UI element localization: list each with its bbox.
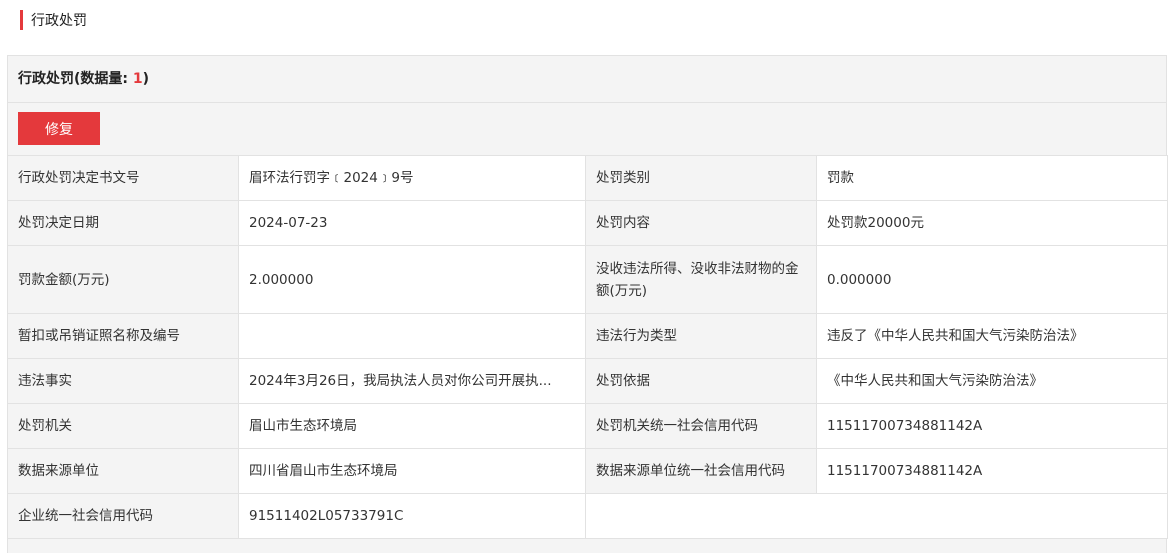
field-value: 91511402L05733791C: [238, 493, 586, 539]
field-label: 数据来源单位统一社会信用代码: [585, 448, 817, 494]
penalty-detail-table: 行政处罚决定书文号 眉环法行罚字﹝2024﹞9号 处罚类别 罚款 处罚决定日期 …: [7, 155, 1168, 539]
field-label: 违法事实: [7, 358, 239, 404]
field-label: 处罚类别: [585, 155, 817, 201]
penalty-panel: 行政处罚(数据量: 1) 修复 行政处罚决定书文号 眉环法行罚字﹝2024﹞9号…: [7, 55, 1168, 553]
field-value: [238, 313, 586, 359]
panel-title-suffix: ): [142, 71, 150, 87]
repair-button[interactable]: 修复: [18, 112, 100, 145]
table-row: 违法事实 2024年3月26日，我局执法人员对你公司开展执... 处罚依据 《中…: [7, 358, 1168, 404]
table-row: 行政处罚决定书文号 眉环法行罚字﹝2024﹞9号 处罚类别 罚款: [7, 155, 1168, 201]
panel-title-prefix: 行政处罚(数据量:: [18, 71, 133, 87]
panel-title: 行政处罚(数据量: 1): [8, 56, 1166, 103]
table-row: 企业统一社会信用代码 91511402L05733791C: [7, 493, 1168, 539]
field-value: 11511700734881142A: [816, 448, 1168, 494]
table-row: 罚款金额(万元) 2.000000 没收违法所得、没收非法财物的金额(万元) 0…: [7, 245, 1168, 314]
field-label: 处罚依据: [585, 358, 817, 404]
field-label: 数据来源单位: [7, 448, 239, 494]
section-accent-bar: [20, 10, 23, 30]
record-count: 1: [132, 71, 143, 87]
field-label: 处罚内容: [585, 200, 817, 246]
field-value: 2024年3月26日，我局执法人员对你公司开展执...: [238, 358, 586, 404]
table-row: 处罚决定日期 2024-07-23 处罚内容 处罚款20000元: [7, 200, 1168, 246]
section-title: 行政处罚: [31, 13, 87, 29]
table-row: 处罚机关 眉山市生态环境局 处罚机关统一社会信用代码 1151170073488…: [7, 403, 1168, 449]
field-value: 眉山市生态环境局: [238, 403, 586, 449]
field-value: 四川省眉山市生态环境局: [238, 448, 586, 494]
field-value: 0.000000: [816, 245, 1168, 314]
table-row: 暂扣或吊销证照名称及编号 违法行为类型 违反了《中华人民共和国大气污染防治法》: [7, 313, 1168, 359]
field-label: 没收违法所得、没收非法财物的金额(万元): [585, 245, 817, 314]
field-value: 眉环法行罚字﹝2024﹞9号: [238, 155, 586, 201]
empty-cell: [585, 493, 1168, 539]
field-value: 违反了《中华人民共和国大气污染防治法》: [816, 313, 1168, 359]
section-header: 行政处罚: [20, 8, 87, 32]
field-label: 罚款金额(万元): [7, 245, 239, 314]
field-label: 暂扣或吊销证照名称及编号: [7, 313, 239, 359]
table-row: 数据来源单位 四川省眉山市生态环境局 数据来源单位统一社会信用代码 115117…: [7, 448, 1168, 494]
field-value: 2024-07-23: [238, 200, 586, 246]
field-label: 处罚机关统一社会信用代码: [585, 403, 817, 449]
field-value: 处罚款20000元: [816, 200, 1168, 246]
field-label: 违法行为类型: [585, 313, 817, 359]
action-row: 修复: [8, 103, 1166, 155]
field-value: 11511700734881142A: [816, 403, 1168, 449]
field-label: 处罚机关: [7, 403, 239, 449]
field-label: 处罚决定日期: [7, 200, 239, 246]
field-value: 《中华人民共和国大气污染防治法》: [816, 358, 1168, 404]
field-value: 罚款: [816, 155, 1168, 201]
field-label: 企业统一社会信用代码: [7, 493, 239, 539]
field-value: 2.000000: [238, 245, 586, 314]
field-label: 行政处罚决定书文号: [7, 155, 239, 201]
